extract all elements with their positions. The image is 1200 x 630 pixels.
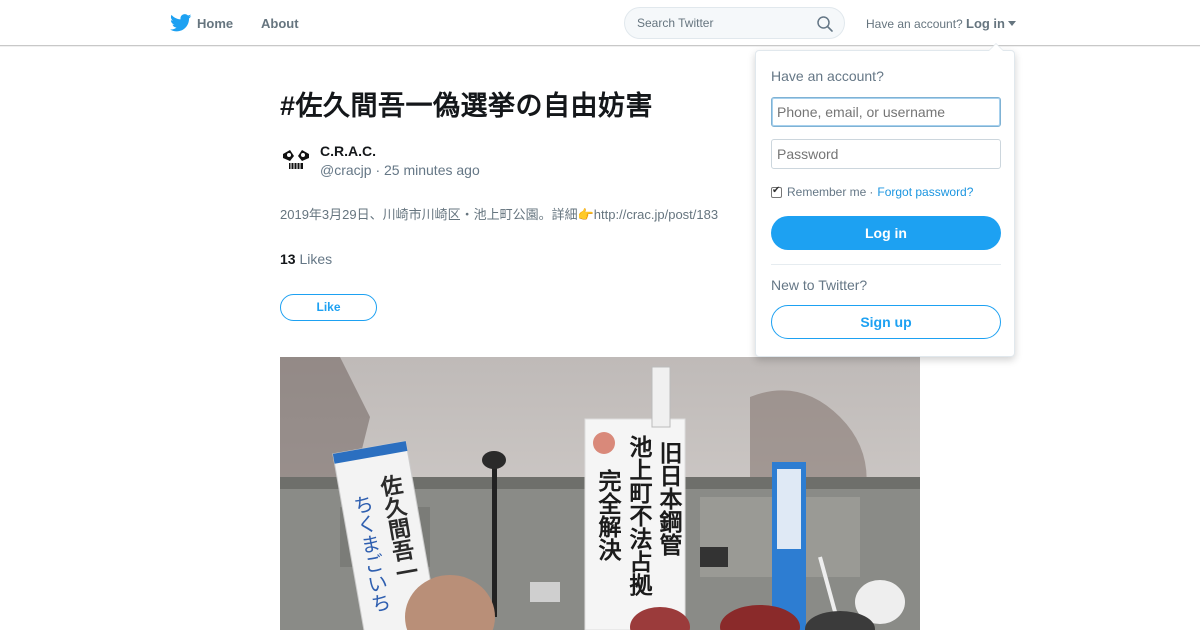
login-dropdown-heading: Have an account? [771, 68, 884, 84]
have-account-text: Have an account? [866, 17, 963, 31]
remember-me-checkbox[interactable] [771, 185, 782, 198]
tweet-photo[interactable]: ちくまごいち 佐久間吾一 旧日本鋼管 池上町不法占拠 完全解決 [280, 357, 920, 630]
nav-about-link[interactable]: About [261, 16, 299, 31]
remember-me-label[interactable]: Remember me [787, 185, 866, 199]
main-banner-text-3: 完全解決 [594, 468, 623, 562]
top-navigation-bar: Home About Search Twitter Have an accoun… [0, 0, 1200, 46]
crac-logo-icon [280, 144, 312, 176]
login-button[interactable]: Log in [771, 216, 1001, 250]
search-icon[interactable] [816, 15, 834, 33]
username-field[interactable] [771, 97, 1001, 127]
main-banner-text-1: 旧日本鋼管 [655, 441, 684, 557]
protest-photo-image: ちくまごいち 佐久間吾一 旧日本鋼管 池上町不法占拠 完全解決 [280, 357, 920, 630]
likes-number: 13 [280, 251, 296, 267]
nav-home-link[interactable]: Home [197, 16, 233, 31]
login-dropdown: Have an account? Remember me · Forgot pa… [755, 43, 1015, 357]
login-menu-toggle[interactable]: Log in [966, 16, 1005, 31]
author-name[interactable]: C.R.A.C. [320, 143, 376, 159]
new-to-twitter-text: New to Twitter? [771, 277, 868, 293]
likes-label: Likes [299, 251, 333, 267]
twitter-bird-icon[interactable] [170, 14, 192, 32]
search-input[interactable]: Search Twitter [637, 16, 713, 30]
tweet-title: #佐久間吾一偽選挙の自由妨害 [280, 91, 654, 121]
search-box[interactable]: Search Twitter [624, 7, 845, 39]
sign-up-button[interactable]: Sign up [771, 305, 1001, 339]
tweet-text: 2019年3月29日、川崎市川崎区・池上町公園。詳細👉http://crac.j… [280, 207, 719, 222]
avatar[interactable] [280, 144, 312, 176]
chevron-down-icon[interactable] [1008, 21, 1016, 26]
author-handle-time[interactable]: @cracjp · 25 minutes ago [320, 162, 480, 178]
main-banner-text-2: 池上町不法占拠 [625, 435, 653, 597]
like-button[interactable]: Like [280, 294, 377, 321]
dropdown-divider [771, 264, 1001, 265]
separator-dot: · [869, 185, 874, 199]
remember-me-row: Remember me · Forgot password? [771, 185, 973, 199]
likes-count: 13 Likes [280, 251, 332, 267]
forgot-password-link[interactable]: Forgot password? [877, 185, 973, 199]
password-field[interactable] [771, 139, 1001, 169]
